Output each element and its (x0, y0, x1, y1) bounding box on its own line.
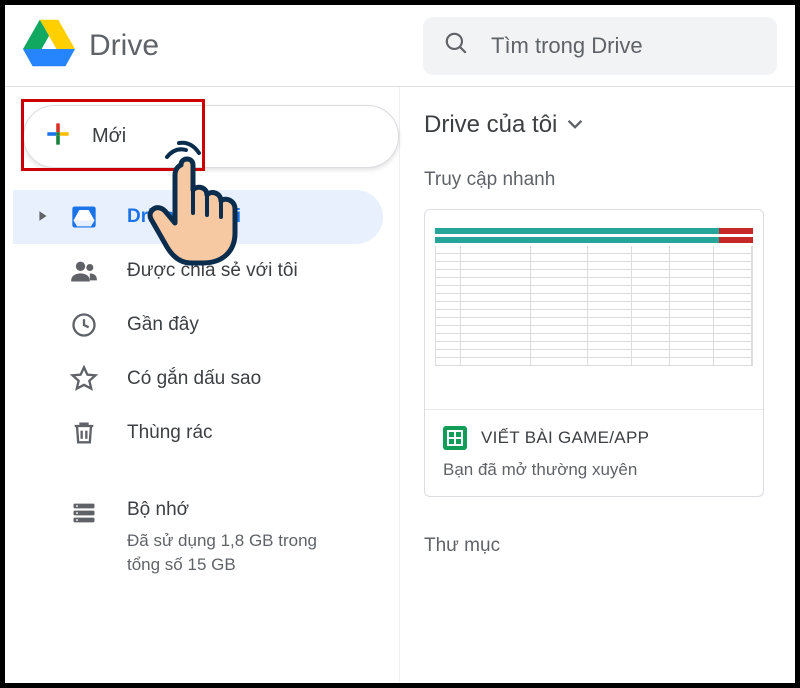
sidebar-item-label: Gần đây (127, 314, 199, 336)
sidebar-item-recent[interactable]: Gần đây (13, 298, 383, 352)
sheets-icon (443, 426, 467, 450)
new-button-label: Mới (92, 125, 126, 148)
chevron-right-icon (37, 206, 49, 228)
sidebar: Mới Drive của tôi (5, 87, 400, 683)
chevron-down-icon (567, 111, 583, 139)
app-header: Drive Tìm trong Drive (5, 5, 795, 87)
clock-icon (69, 311, 99, 339)
logo-area[interactable]: Drive (23, 17, 403, 74)
sidebar-item-starred[interactable]: Có gắn dấu sao (13, 352, 383, 406)
search-icon (443, 30, 469, 61)
sidebar-item-storage[interactable]: Bộ nhớ Đã sử dụng 1,8 GB trong tổng số 1… (13, 486, 383, 590)
sidebar-item-label: Được chia sẻ với tôi (127, 260, 298, 282)
sidebar-item-label: Có gắn dấu sao (127, 368, 261, 390)
sidebar-item-trash[interactable]: Thùng rác (13, 406, 383, 460)
storage-usage-text: Đã sử dụng 1,8 GB trong tổng số 15 GB (127, 529, 347, 577)
storage-icon (69, 499, 99, 527)
main-content: Drive của tôi Truy cập nhanh (400, 87, 795, 683)
plus-icon (42, 118, 74, 155)
quick-access-card[interactable]: VIẾT BÀI GAME/APP Bạn đã mở thường xuyên (424, 209, 764, 497)
new-button[interactable]: Mới (23, 105, 399, 168)
breadcrumb[interactable]: Drive của tôi (424, 111, 777, 139)
sidebar-nav: Drive của tôi Được chia sẻ với tôi Gần đ… (13, 190, 399, 590)
search-placeholder: Tìm trong Drive (491, 33, 643, 59)
drive-icon (69, 203, 99, 231)
trash-icon (69, 419, 99, 447)
people-icon (69, 257, 99, 285)
star-icon (69, 365, 99, 393)
file-subtitle: Bạn đã mở thường xuyên (443, 460, 745, 480)
storage-label: Bộ nhớ (127, 499, 347, 521)
sidebar-item-label: Drive của tôi (127, 206, 241, 228)
breadcrumb-label: Drive của tôi (424, 111, 557, 139)
file-title: VIẾT BÀI GAME/APP (481, 428, 649, 448)
sidebar-item-label: Thùng rác (127, 422, 213, 444)
sidebar-item-shared[interactable]: Được chia sẻ với tôi (13, 244, 383, 298)
drive-logo-icon (23, 17, 75, 74)
folders-section-label: Thư mục (424, 535, 777, 557)
sidebar-item-mydrive[interactable]: Drive của tôi (13, 190, 383, 244)
app-title: Drive (89, 29, 159, 63)
file-preview (425, 210, 763, 410)
search-bar[interactable]: Tìm trong Drive (423, 17, 777, 75)
quick-access-label: Truy cập nhanh (424, 169, 777, 191)
